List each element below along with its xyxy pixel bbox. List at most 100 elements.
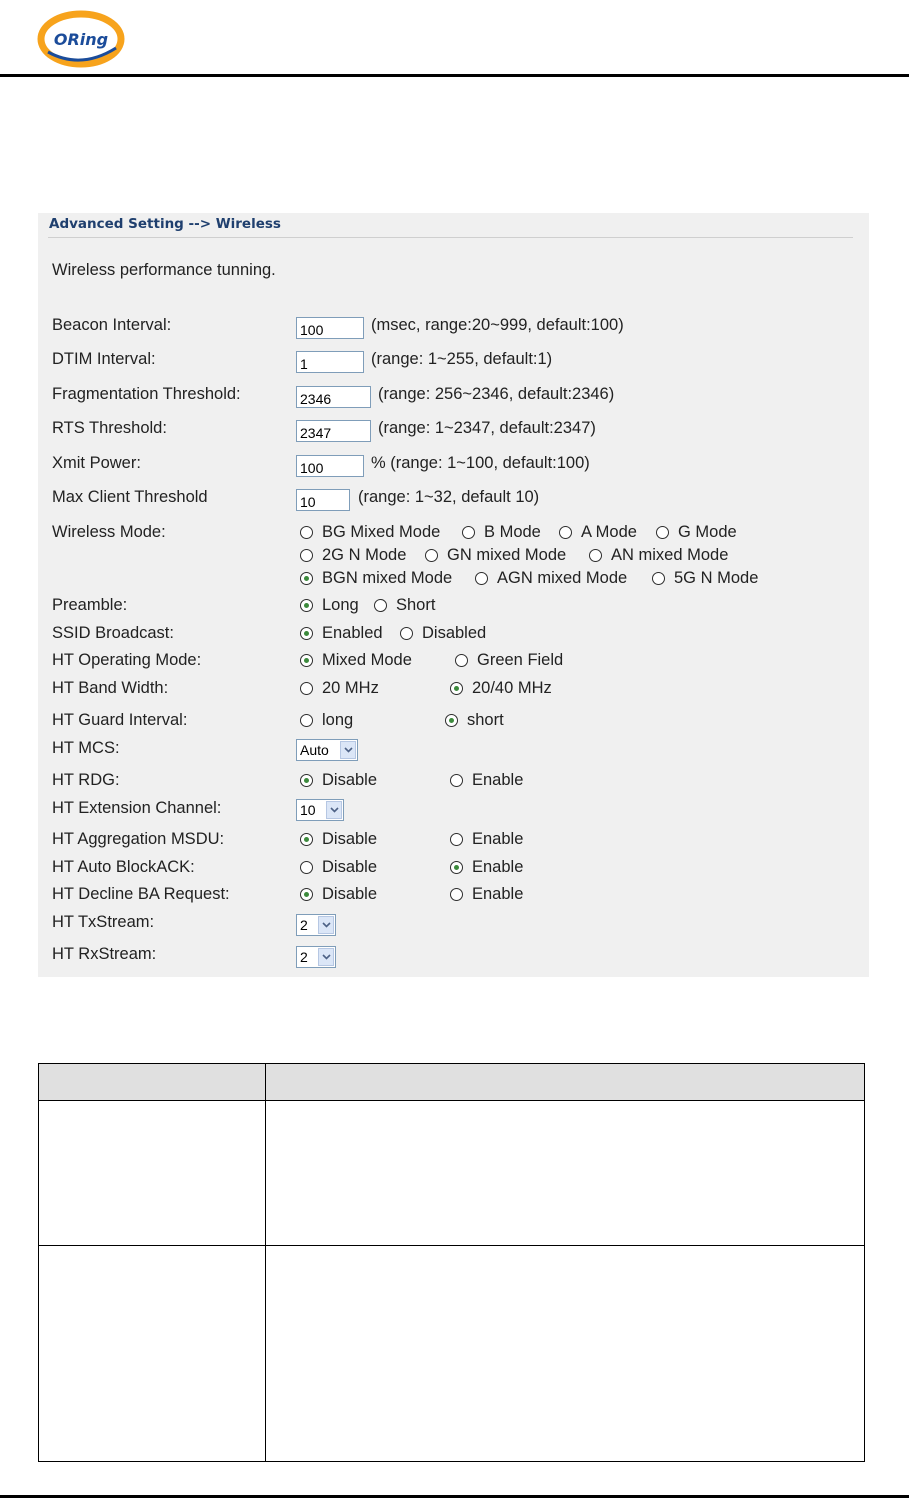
table-header-cell	[38, 1063, 266, 1101]
max-client-hint: (range: 1~32, default 10)	[358, 488, 540, 506]
radio-ht-declineba-disable[interactable]: Disable	[300, 885, 377, 904]
radio-circle-icon	[300, 861, 313, 874]
radio-circle-icon	[450, 888, 463, 901]
radio-ht-amsdu-enable[interactable]: Enable	[450, 830, 523, 849]
radio-circle-icon	[559, 526, 572, 539]
radio-ssid-disabled[interactable]: Disabled	[400, 624, 486, 643]
radio-selected-icon	[300, 654, 313, 667]
beacon-interval-label: Beacon Interval:	[52, 316, 172, 334]
rts-threshold-hint: (range: 1~2347, default:2347)	[378, 419, 596, 437]
ht-rxstream-label: HT RxStream:	[52, 945, 157, 963]
ht-band-width-label: HT Band Width:	[52, 679, 169, 697]
radio-5g-n-mode[interactable]: 5G N Mode	[652, 569, 758, 588]
ht-extension-channel-select[interactable]: 10	[296, 799, 344, 821]
radio-bgn-mixed-mode[interactable]: BGN mixed Mode	[300, 569, 452, 588]
radio-gn-mixed-mode[interactable]: GN mixed Mode	[425, 546, 566, 565]
radio-ht-mixed-mode[interactable]: Mixed Mode	[300, 651, 412, 670]
header-rule	[0, 74, 909, 77]
ht-txstream-label: HT TxStream:	[52, 913, 155, 931]
radio-ht-amsdu-disable[interactable]: Disable	[300, 830, 377, 849]
table-row	[38, 1100, 865, 1246]
ht-rxstream-select[interactable]: 2	[296, 946, 336, 968]
radio-ht-autoba-disable[interactable]: Disable	[300, 858, 377, 877]
radio-agn-mixed-mode[interactable]: AGN mixed Mode	[475, 569, 627, 588]
wireless-settings-panel: Advanced Setting --> Wireless Wireless p…	[38, 213, 869, 977]
radio-circle-icon	[425, 549, 438, 562]
radio-selected-icon	[300, 833, 313, 846]
radio-circle-icon	[400, 627, 413, 640]
radio-ht-gi-short[interactable]: short	[445, 711, 504, 730]
xmit-power-hint: % (range: 1~100, default:100)	[371, 454, 590, 472]
table-cell	[265, 1245, 865, 1462]
radio-preamble-short[interactable]: Short	[374, 596, 435, 615]
ht-rdg-label: HT RDG:	[52, 771, 120, 789]
ht-txstream-select[interactable]: 2	[296, 914, 336, 936]
chevron-down-icon	[318, 916, 334, 934]
ht-mcs-value: Auto	[300, 742, 329, 758]
dtim-interval-hint: (range: 1~255, default:1)	[371, 350, 553, 368]
footer-rule	[0, 1495, 909, 1498]
beacon-interval-input[interactable]: 100	[296, 317, 364, 339]
xmit-power-input[interactable]: 100	[296, 455, 364, 477]
radio-selected-icon	[300, 774, 313, 787]
ht-aggregation-msdu-label: HT Aggregation MSDU:	[52, 830, 225, 848]
radio-bg-mixed-mode[interactable]: BG Mixed Mode	[300, 523, 440, 542]
radio-b-mode[interactable]: B Mode	[462, 523, 541, 542]
radio-ht-gi-long[interactable]: long	[300, 711, 353, 730]
radio-ht-declineba-enable[interactable]: Enable	[450, 885, 523, 904]
wireless-mode-label: Wireless Mode:	[52, 523, 166, 541]
radio-2g-n-mode[interactable]: 2G N Mode	[300, 546, 406, 565]
chevron-down-icon	[340, 741, 356, 759]
rts-threshold-input[interactable]: 2347	[296, 420, 371, 442]
beacon-interval-hint: (msec, range:20~999, default:100)	[371, 316, 624, 334]
radio-ht-bw-20-40[interactable]: 20/40 MHz	[450, 679, 552, 698]
radio-circle-icon	[462, 526, 475, 539]
ht-mcs-select[interactable]: Auto	[296, 739, 358, 761]
radio-ht-autoba-enable[interactable]: Enable	[450, 858, 523, 877]
radio-ht-rdg-enable[interactable]: Enable	[450, 771, 523, 790]
radio-selected-icon	[300, 572, 313, 585]
radio-preamble-long[interactable]: Long	[300, 596, 359, 615]
radio-circle-icon	[300, 549, 313, 562]
radio-ssid-enabled[interactable]: Enabled	[300, 624, 383, 643]
radio-selected-icon	[445, 714, 458, 727]
radio-selected-icon	[450, 682, 463, 695]
radio-ht-rdg-disable[interactable]: Disable	[300, 771, 377, 790]
table-row	[38, 1245, 865, 1462]
ht-rxstream-value: 2	[300, 949, 308, 965]
ht-guard-interval-label: HT Guard Interval:	[52, 711, 188, 729]
radio-selected-icon	[450, 861, 463, 874]
preamble-label: Preamble:	[52, 596, 128, 614]
fragmentation-threshold-label: Fragmentation Threshold:	[52, 385, 241, 403]
table-cell	[38, 1100, 266, 1246]
radio-ht-green-field[interactable]: Green Field	[455, 651, 563, 670]
table-header-row	[38, 1063, 865, 1101]
xmit-power-label: Xmit Power:	[52, 454, 141, 472]
logo-text: ORing	[54, 30, 108, 49]
radio-circle-icon	[300, 682, 313, 695]
chevron-down-icon	[318, 948, 334, 966]
radio-a-mode[interactable]: A Mode	[559, 523, 637, 542]
radio-selected-icon	[300, 888, 313, 901]
radio-circle-icon	[656, 526, 669, 539]
radio-selected-icon	[300, 599, 313, 612]
fragmentation-threshold-input[interactable]: 2346	[296, 386, 371, 408]
oring-logo: ORing	[37, 10, 125, 68]
radio-an-mixed-mode[interactable]: AN mixed Mode	[589, 546, 728, 565]
radio-circle-icon	[300, 526, 313, 539]
dtim-interval-input[interactable]: 1	[296, 351, 364, 373]
radio-selected-icon	[300, 627, 313, 640]
ht-operating-mode-label: HT Operating Mode:	[52, 651, 202, 669]
radio-ht-bw-20[interactable]: 20 MHz	[300, 679, 379, 698]
table-header-cell	[265, 1063, 865, 1101]
page-intro: Wireless performance tunning.	[52, 261, 276, 279]
max-client-label: Max Client Threshold	[52, 488, 208, 506]
ht-decline-ba-label: HT Decline BA Request:	[52, 885, 230, 903]
dtim-interval-label: DTIM Interval:	[52, 350, 156, 368]
ht-mcs-label: HT MCS:	[52, 739, 120, 757]
radio-circle-icon	[652, 572, 665, 585]
radio-g-mode[interactable]: G Mode	[656, 523, 737, 542]
ht-auto-blockack-label: HT Auto BlockACK:	[52, 858, 195, 876]
max-client-input[interactable]: 10	[296, 489, 350, 511]
ht-extension-channel-label: HT Extension Channel:	[52, 799, 222, 817]
